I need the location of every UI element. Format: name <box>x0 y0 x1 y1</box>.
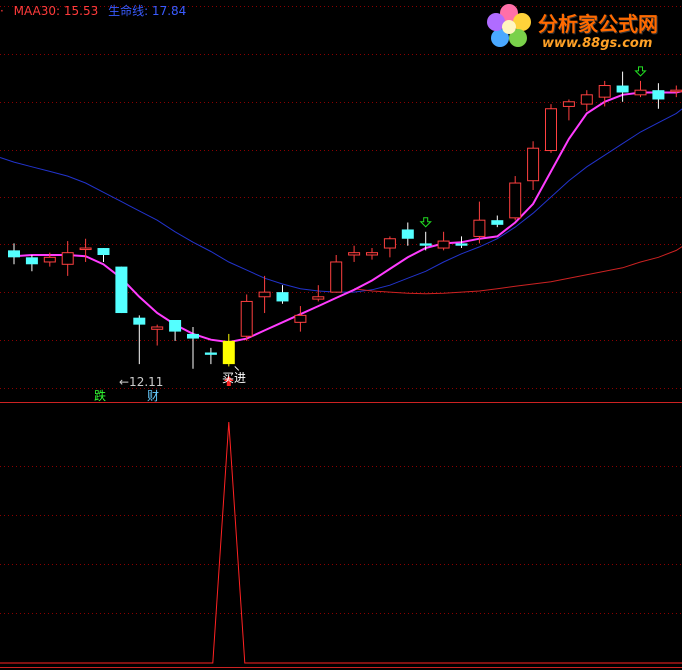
candle <box>509 176 522 221</box>
candle <box>473 201 486 244</box>
candle <box>366 248 378 260</box>
candle-body <box>276 292 289 302</box>
candle-body <box>330 261 343 293</box>
signal-indicator-panel <box>0 421 682 664</box>
buy-label: 买进 <box>222 371 247 385</box>
down-arrow-icon <box>419 217 432 228</box>
candle-body <box>151 326 164 330</box>
lifeline-legend: 生命线: 17.84 <box>108 4 187 18</box>
candle-body <box>79 247 92 251</box>
candle <box>97 248 110 262</box>
candle <box>240 294 253 341</box>
candle-body <box>634 89 647 96</box>
candle <box>133 315 146 365</box>
candle-body <box>509 182 522 219</box>
fall-label: 跌 <box>94 389 107 403</box>
down-arrow-icon <box>634 66 647 77</box>
candle <box>562 99 575 121</box>
candle-body <box>455 243 468 246</box>
candle-body <box>383 238 396 249</box>
candle-body <box>437 240 450 249</box>
candle <box>545 104 557 153</box>
wealth-label: 财 <box>147 389 160 403</box>
candle <box>8 243 20 265</box>
candle <box>670 85 682 98</box>
site-logo: 分析家公式网 www.88gs.com <box>478 0 682 58</box>
logo-url: www.88gs.com <box>542 36 653 51</box>
candle-body <box>258 291 271 298</box>
candle <box>151 324 164 346</box>
candle-body <box>25 257 38 265</box>
ma-fast-line <box>13 90 682 344</box>
candle <box>222 333 235 367</box>
ma-slow-line <box>354 246 682 295</box>
candle-body <box>240 300 253 337</box>
maa30-legend: MAA30: 15.53 <box>13 4 99 18</box>
candle <box>169 320 182 341</box>
flower-logo-icon <box>487 4 531 47</box>
candle-body <box>222 340 235 365</box>
candle-body <box>204 352 217 355</box>
candle-body <box>652 90 665 100</box>
candle-body <box>115 266 128 314</box>
candle <box>401 222 414 246</box>
candle <box>330 255 343 293</box>
candle-body <box>294 314 307 323</box>
candle <box>348 245 361 262</box>
candle-body <box>670 89 682 93</box>
candle <box>312 285 325 302</box>
candle-body <box>562 101 575 107</box>
candle <box>25 255 38 272</box>
candle-body <box>545 108 557 152</box>
candle-body <box>473 219 486 237</box>
candle <box>204 347 217 365</box>
indicator-legend: · MAA30: 15.53 生命线: 17.84 <box>0 2 192 18</box>
candle <box>491 215 504 228</box>
candle-body <box>616 85 629 93</box>
candle <box>652 83 665 109</box>
candlesticks <box>8 71 682 369</box>
candle-body <box>187 333 199 339</box>
candle-body <box>580 94 593 105</box>
candle-body <box>8 250 20 258</box>
candle <box>437 231 450 251</box>
signal-markers <box>223 66 647 386</box>
chart-grid <box>0 6 682 668</box>
candle-body <box>366 252 378 256</box>
candle-body <box>312 296 325 300</box>
kline-chart <box>0 6 682 668</box>
moving-average-lines <box>0 90 682 344</box>
candle <box>115 266 128 314</box>
logo-title: 分析家公式网 <box>538 12 658 36</box>
chart-window: · MAA30: 15.53 生命线: 17.84 分析家公式网 www.88g… <box>0 0 682 670</box>
candle-body <box>133 317 146 325</box>
candle-body <box>97 248 110 255</box>
signal-line <box>0 421 682 664</box>
candle <box>258 275 271 314</box>
candle-body <box>419 243 432 246</box>
candle-body <box>401 229 414 239</box>
candle-body <box>348 252 361 256</box>
candle-body <box>43 256 56 263</box>
candle-body <box>491 220 504 225</box>
candle <box>294 306 307 332</box>
candle <box>634 80 647 98</box>
candle-body <box>61 252 74 265</box>
candle <box>61 241 74 276</box>
panel-marker-icon: · <box>0 4 4 18</box>
candle <box>527 141 540 190</box>
candle-body <box>169 320 182 332</box>
candle-body <box>527 147 540 182</box>
candle <box>187 326 199 369</box>
candle <box>580 90 593 112</box>
candle-body <box>598 85 611 98</box>
candle <box>383 236 396 258</box>
candle <box>276 285 289 304</box>
